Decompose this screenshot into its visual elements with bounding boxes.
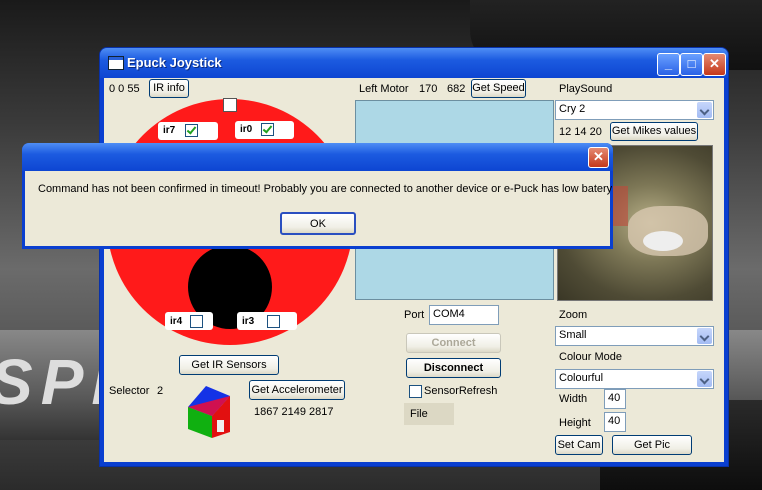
ir4-label: ir4 bbox=[170, 316, 183, 327]
play-sound-label: PlaySound bbox=[559, 83, 613, 95]
sensor-refresh-checkbox[interactable] bbox=[409, 385, 422, 398]
ir-values: 0 0 55 bbox=[109, 83, 140, 95]
chevron-down-icon bbox=[697, 371, 712, 387]
height-label: Height bbox=[559, 417, 591, 429]
ir-info-button[interactable]: IR info bbox=[149, 79, 189, 98]
maximize-button[interactable]: □ bbox=[680, 53, 703, 76]
accelerometer-values: 1867 2149 2817 bbox=[254, 406, 334, 418]
window-title: Epuck Joystick bbox=[127, 55, 222, 70]
dialog-message: Command has not been confirmed in timeou… bbox=[38, 183, 613, 195]
port-input[interactable]: COM4 bbox=[429, 305, 499, 325]
front-marker bbox=[223, 98, 237, 112]
get-accelerometer-button[interactable]: Get Accelerometer bbox=[249, 380, 345, 400]
ir0-box: ir0 bbox=[235, 121, 294, 139]
app-icon bbox=[108, 56, 124, 70]
ir3-label: ir3 bbox=[242, 316, 255, 327]
play-sound-value: Cry 2 bbox=[559, 103, 586, 115]
colour-mode-select[interactable]: Colourful bbox=[555, 369, 714, 389]
zoom-label: Zoom bbox=[559, 309, 588, 321]
minimize-button[interactable]: _ bbox=[657, 53, 680, 76]
get-mikes-button[interactable]: Get Mikes values bbox=[610, 122, 698, 141]
chevron-down-icon bbox=[697, 328, 712, 344]
get-ir-sensors-button[interactable]: Get IR Sensors bbox=[179, 355, 279, 375]
ir7-checkbox[interactable] bbox=[185, 124, 198, 137]
disconnect-button[interactable]: Disconnect bbox=[406, 358, 501, 378]
file-box[interactable]: File bbox=[404, 403, 454, 425]
chevron-down-icon bbox=[697, 102, 712, 118]
colour-mode-value: Colourful bbox=[559, 372, 604, 384]
ir0-label: ir0 bbox=[240, 124, 253, 135]
camera-highlight bbox=[643, 231, 683, 251]
zoom-value: Small bbox=[559, 329, 587, 341]
selector-label: Selector bbox=[109, 385, 150, 397]
ir7-label: ir7 bbox=[163, 125, 176, 136]
ir3-box: ir3 bbox=[237, 312, 297, 330]
error-dialog: ✕ Command has not been confirmed in time… bbox=[22, 143, 613, 249]
window-client: 0 0 55 IR info ir7 ir0 ir4 ir3 Get IR Se… bbox=[104, 78, 724, 462]
set-cam-button[interactable]: Set Cam bbox=[555, 435, 603, 455]
zoom-select[interactable]: Small bbox=[555, 326, 714, 346]
main-window: Epuck Joystick _ □ ✕ 0 0 55 IR info ir7 … bbox=[100, 48, 728, 466]
play-sound-select[interactable]: Cry 2 bbox=[555, 100, 714, 120]
file-label: File bbox=[410, 408, 428, 420]
sensor-refresh-label: SensorRefresh bbox=[424, 385, 498, 397]
port-label: Port bbox=[404, 309, 425, 321]
connect-button[interactable]: Connect bbox=[406, 333, 501, 353]
selector-house-icon bbox=[188, 386, 230, 438]
window-titlebar[interactable]: Epuck Joystick _ □ ✕ bbox=[100, 48, 728, 78]
ok-button[interactable]: OK bbox=[280, 212, 356, 235]
left-motor-value-1: 170 bbox=[419, 83, 438, 95]
height-input[interactable]: 40 bbox=[604, 412, 626, 432]
left-motor-value-2: 682 bbox=[447, 83, 466, 95]
dialog-close-button[interactable]: ✕ bbox=[588, 147, 609, 168]
ir3-checkbox[interactable] bbox=[267, 315, 280, 328]
mikes-values: 12 14 20 bbox=[559, 126, 602, 138]
width-input[interactable]: 40 bbox=[604, 389, 626, 409]
dialog-body: Command has not been confirmed in timeou… bbox=[25, 171, 613, 246]
close-button[interactable]: ✕ bbox=[703, 53, 726, 76]
colour-mode-label: Colour Mode bbox=[559, 351, 622, 363]
get-pic-button[interactable]: Get Pic bbox=[612, 435, 692, 455]
ir4-box: ir4 bbox=[165, 312, 213, 330]
width-label: Width bbox=[559, 393, 588, 405]
get-speed-button[interactable]: Get Speed bbox=[471, 79, 526, 98]
dialog-titlebar[interactable]: ✕ bbox=[22, 143, 613, 171]
selector-value: 2 bbox=[157, 385, 164, 397]
ir0-checkbox[interactable] bbox=[261, 123, 274, 136]
ir7-box: ir7 bbox=[158, 122, 218, 140]
ir4-checkbox[interactable] bbox=[190, 315, 203, 328]
left-motor-label: Left Motor bbox=[359, 83, 409, 95]
